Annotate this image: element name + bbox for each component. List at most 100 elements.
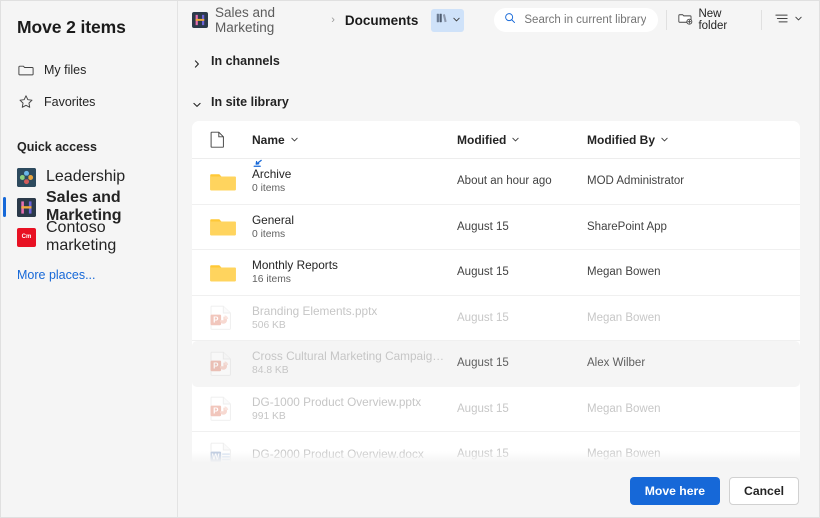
column-header-modified-label: Modified — [457, 132, 507, 147]
file-modified-by: SharePoint App — [587, 220, 667, 233]
contoso-site-badge-text: Cm — [21, 234, 32, 240]
column-header-modified-by[interactable]: Modified By — [587, 133, 800, 147]
table-body: Archive 0 items About an hour ago MOD Admin… — [192, 159, 800, 478]
svg-text:P: P — [213, 361, 219, 370]
sidebar: Move 2 items My files Favorites Quick ac… — [1, 1, 178, 517]
chevron-down-icon — [794, 14, 803, 26]
column-header-name[interactable]: Name — [252, 133, 457, 147]
new-folder-button[interactable]: New folder — [674, 5, 753, 35]
file-modified: August 15 — [457, 266, 509, 279]
word-file-icon: W — [210, 442, 252, 467]
sidebar-site-label: Leadership — [46, 168, 126, 185]
new-folder-label: New folder — [698, 8, 728, 32]
file-name: Archive — [252, 167, 292, 182]
file-meta: 0 items — [252, 183, 286, 195]
file-modified: About an hour ago — [457, 175, 552, 188]
file-name: DG-1000 Product Overview.pptx — [252, 394, 422, 409]
section-label: In channels — [211, 54, 280, 68]
file-modified: August 15 — [457, 311, 509, 324]
breadcrumb-separator: › — [331, 14, 335, 26]
file-modified-by: Alex Wilber — [587, 357, 646, 370]
file-name-cell[interactable]: Monthly Reports 16 items — [252, 258, 457, 286]
breadcrumb-current-label[interactable]: Documents — [345, 13, 419, 28]
table-row[interactable]: Monthly Reports 16 items August 15 Megan Bo… — [192, 250, 800, 296]
section-in-site-library[interactable]: In site library — [178, 89, 819, 115]
new-folder-icon — [678, 11, 693, 29]
more-places-link[interactable]: More places... — [1, 268, 177, 282]
search-icon — [504, 11, 516, 29]
file-name-cell: Branding Elements.pptx 506 KB — [252, 304, 457, 332]
column-header-icon[interactable] — [210, 131, 252, 148]
chevron-right-icon — [192, 56, 202, 68]
svg-text:P: P — [213, 407, 219, 416]
file-name: Monthly Reports — [252, 258, 338, 273]
sidebar-item-favorites[interactable]: Favorites — [1, 86, 177, 118]
sidebar-item-leadership[interactable]: Leadership — [1, 162, 177, 192]
column-header-modified-by-label: Modified By — [587, 132, 655, 147]
file-modified: August 15 — [457, 448, 509, 461]
file-name: Branding Elements.pptx — [252, 303, 378, 318]
powerpoint-file-icon: P — [210, 351, 252, 376]
table-row[interactable]: Archive 0 items About an hour ago MOD Admin… — [192, 159, 800, 205]
dialog-footer: Move here Cancel — [179, 465, 819, 517]
folder-icon — [210, 216, 252, 237]
svg-text:P: P — [213, 316, 219, 325]
toolbar-divider — [665, 10, 667, 30]
file-modified-by: Megan Bowen — [587, 402, 661, 415]
library-switcher-chip[interactable] — [431, 8, 465, 32]
file-modified: August 15 — [457, 357, 509, 370]
breadcrumb-site-icon — [192, 12, 208, 28]
sidebar-item-label: Favorites — [44, 95, 96, 109]
file-name: General — [252, 212, 294, 227]
file-name-cell: Cross Cultural Marketing Campaigns.p... 8… — [252, 349, 457, 377]
sidebar-item-contoso-marketing[interactable]: Cm Contoso marketing — [1, 219, 177, 254]
file-name-cell: DG-1000 Product Overview.pptx 991 KB — [252, 395, 457, 423]
leadership-site-icon — [17, 167, 36, 187]
quick-access-heading: Quick access — [17, 140, 97, 154]
table-row: P Cross Cultural Marketing Campaigns.p...… — [192, 341, 800, 387]
main-panel: Sales and Marketing › Documents Search i… — [178, 1, 819, 517]
search-input[interactable] — [522, 13, 648, 27]
column-header-name-label: Name — [252, 132, 285, 147]
search-box[interactable] — [494, 8, 658, 32]
dialog-title: Move 2 items — [17, 17, 126, 37]
file-meta: 506 KB — [252, 319, 286, 331]
sidebar-nav-list: My files Favorites — [1, 54, 177, 118]
section-label: In site library — [211, 95, 289, 109]
section-in-channels[interactable]: In channels — [178, 48, 819, 74]
file-name-cell[interactable]: Archive 0 items — [252, 160, 457, 195]
sidebar-sites-list: Leadership Sales and Marketing Cm Contos… — [1, 162, 177, 254]
table-row: P DG-1000 Product Overview.pptx 991 KB Augu… — [192, 387, 800, 432]
table-row[interactable]: General 0 items August 15 SharePoint App — [192, 205, 800, 250]
file-meta: 16 items — [252, 274, 291, 286]
view-options-button[interactable] — [770, 8, 807, 32]
view-options-icon — [774, 11, 789, 29]
drop-target-indicator-icon — [253, 157, 264, 168]
file-name: Cross Cultural Marketing Campaigns.p... — [252, 349, 445, 364]
file-meta: 84.8 KB — [252, 365, 289, 377]
table-row: P Branding Elements.pptx 506 KB August 15 Me… — [192, 296, 800, 341]
folder-icon — [210, 262, 252, 283]
sidebar-item-my-files[interactable]: My files — [1, 54, 177, 86]
file-name: DG-2000 Product Overview.docx — [252, 447, 424, 462]
breadcrumb-site-label[interactable]: Sales and Marketing — [215, 5, 321, 35]
sidebar-item-label: My files — [44, 63, 87, 77]
file-modified-by: Megan Bowen — [587, 448, 661, 461]
sidebar-item-sales-and-marketing[interactable]: Sales and Marketing — [1, 189, 177, 224]
table-header-row: Name Modified Modified By — [192, 121, 800, 159]
cancel-button[interactable]: Cancel — [729, 477, 799, 505]
column-header-modified[interactable]: Modified — [457, 133, 587, 147]
star-icon — [17, 94, 34, 111]
file-meta: 991 KB — [252, 410, 286, 422]
svg-text:W: W — [212, 452, 220, 461]
powerpoint-file-icon: P — [210, 396, 252, 421]
breadcrumb: Sales and Marketing › Documents — [192, 5, 465, 35]
file-modified-by: Megan Bowen — [587, 311, 661, 324]
chevron-down-icon — [290, 133, 299, 147]
toolbar-divider-2 — [761, 10, 762, 30]
powerpoint-file-icon: P — [210, 305, 252, 330]
move-here-button[interactable]: Move here — [629, 477, 721, 505]
file-modified: August 15 — [457, 402, 509, 415]
toolbar: Sales and Marketing › Documents Search i… — [178, 1, 819, 39]
file-name-cell[interactable]: General 0 items — [252, 213, 457, 241]
